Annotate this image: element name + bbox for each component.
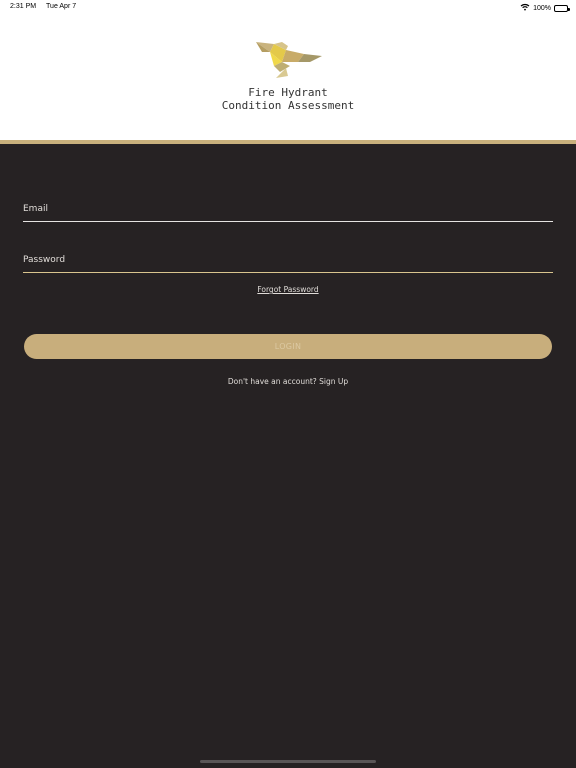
password-field-container <box>23 247 553 273</box>
password-underline <box>23 272 553 273</box>
signup-link[interactable]: Don't have an account? Sign Up <box>0 377 576 386</box>
status-right: 100% <box>520 3 570 13</box>
email-field-container <box>23 196 553 222</box>
battery-icon <box>554 4 570 12</box>
bird-logo <box>252 40 324 84</box>
battery-percent: 100% <box>533 4 551 12</box>
header-divider <box>0 140 576 144</box>
email-underline <box>23 221 553 222</box>
app-title-line1: Fire Hydrant <box>248 86 328 99</box>
password-input[interactable] <box>23 253 553 267</box>
status-time: 2:31 PM <box>10 3 37 10</box>
status-date: Tue Apr 7 <box>46 3 77 10</box>
status-left: 2:31 PM Tue Apr 7 <box>10 3 76 10</box>
status-bar: 2:31 PM Tue Apr 7 100% <box>0 0 576 14</box>
forgot-password-link[interactable]: Forgot Password <box>0 285 576 294</box>
login-button[interactable]: LOGIN <box>24 334 552 359</box>
email-input[interactable] <box>23 202 553 216</box>
home-indicator[interactable] <box>200 760 376 763</box>
app-title-line2: Condition Assessment <box>221 99 355 112</box>
wifi-icon <box>520 3 530 13</box>
